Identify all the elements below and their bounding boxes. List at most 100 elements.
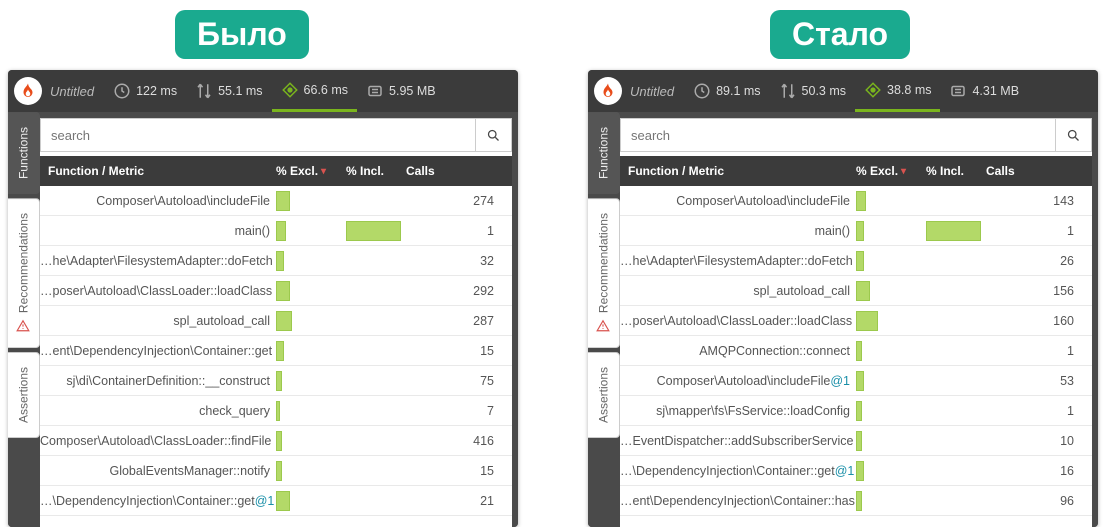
cell-incl (926, 186, 986, 215)
table-header: Function / Metric % Excl.▾ % Incl. Calls (620, 156, 1092, 186)
cell-excl (276, 246, 346, 275)
cell-incl (926, 336, 986, 365)
excl-bar (856, 191, 866, 211)
badge-before: Было (175, 10, 309, 59)
excl-bar (276, 221, 286, 241)
table-row[interactable]: main()1 (40, 216, 512, 246)
call-suffix: @1 (835, 464, 855, 478)
cell-excl (276, 306, 346, 335)
col-incl[interactable]: % Incl. (346, 164, 406, 178)
table-row[interactable]: spl_autoload_call 156 (620, 276, 1092, 306)
sort-caret-icon: ▾ (901, 166, 906, 177)
cell-excl (856, 276, 926, 305)
metric-time[interactable]: 89.1 ms (684, 70, 769, 112)
cell-excl (276, 366, 346, 395)
cell-function: spl_autoload_call (40, 314, 276, 328)
table-row[interactable]: Composer\Autoload\includeFile@153 (620, 366, 1092, 396)
table-row[interactable]: …\DependencyInjection\Container::get@116 (620, 456, 1092, 486)
table-row[interactable]: Composer\Autoload\includeFile143 (620, 186, 1092, 216)
excl-bar (856, 431, 862, 451)
cell-calls: 287 (406, 314, 512, 328)
cell-incl (926, 366, 986, 395)
search-button[interactable] (475, 119, 511, 151)
cell-incl (926, 486, 986, 515)
search-input[interactable] (621, 119, 1055, 151)
cell-incl (346, 366, 406, 395)
profiler-panel-after: Untitled 89.1 ms 50.3 ms 38.8 ms 4.31 MB… (588, 70, 1098, 527)
col-calls[interactable]: Calls (986, 164, 1092, 178)
cell-incl (346, 486, 406, 515)
excl-bar (276, 311, 292, 331)
metric-io-value: 55.1 ms (218, 84, 262, 98)
table-row[interactable]: …\DependencyInjection\Container::get@121 (40, 486, 512, 516)
tab-functions[interactable]: Functions (588, 112, 620, 194)
table-row[interactable]: …he\Adapter\FilesystemAdapter::doFetch32 (40, 246, 512, 276)
flame-icon[interactable] (594, 77, 622, 105)
cell-incl (346, 306, 406, 335)
metric-io[interactable]: 50.3 ms (770, 70, 855, 112)
table-row[interactable]: sj\mapper\fs\FsService::loadConfig1 (620, 396, 1092, 426)
table-row[interactable]: Composer\Autoload\ClassLoader::findFile4… (40, 426, 512, 456)
col-function[interactable]: Function / Metric (620, 164, 856, 178)
rows-container: Composer\Autoload\includeFile143main()1…… (620, 186, 1092, 527)
cell-calls: 7 (406, 404, 512, 418)
col-function[interactable]: Function / Metric (40, 164, 276, 178)
cell-excl (856, 246, 926, 275)
excl-bar (856, 251, 864, 271)
cell-function: sj\mapper\fs\FsService::loadConfig (620, 404, 856, 418)
tab-recommendations-label: Recommendations (17, 213, 31, 313)
table-row[interactable]: spl_autoload_call 287 (40, 306, 512, 336)
excl-bar (276, 281, 290, 301)
cell-incl (926, 456, 986, 485)
search-input[interactable] (41, 119, 475, 151)
search-button[interactable] (1055, 119, 1091, 151)
metric-memory[interactable]: 4.31 MB (940, 70, 1028, 112)
table-row[interactable]: check_query7 (40, 396, 512, 426)
metric-io[interactable]: 55.1 ms (186, 70, 271, 112)
table-row[interactable]: AMQPConnection::connect1 (620, 336, 1092, 366)
tab-recommendations[interactable]: Recommendations (588, 198, 620, 348)
cell-function: …he\Adapter\FilesystemAdapter::doFetch (620, 254, 856, 268)
metric-io-value: 50.3 ms (802, 84, 846, 98)
table-row[interactable]: …he\Adapter\FilesystemAdapter::doFetch26 (620, 246, 1092, 276)
table-row[interactable]: GlobalEventsManager::notify15 (40, 456, 512, 486)
table-row[interactable]: Composer\Autoload\includeFile 274 (40, 186, 512, 216)
col-calls[interactable]: Calls (406, 164, 512, 178)
cell-function: …ent\DependencyInjection\Container::has (620, 494, 856, 508)
tab-recommendations[interactable]: Recommendations (8, 198, 40, 348)
tab-assertions[interactable]: Assertions (8, 352, 40, 438)
topbar: Untitled 89.1 ms 50.3 ms 38.8 ms 4.31 MB (588, 70, 1098, 112)
cell-calls: 96 (986, 494, 1092, 508)
tab-functions[interactable]: Functions (8, 112, 40, 194)
metric-cpu[interactable]: 66.6 ms (272, 70, 357, 112)
metric-cpu[interactable]: 38.8 ms (855, 70, 940, 112)
metric-cpu-value: 38.8 ms (887, 83, 931, 97)
cell-function: spl_autoload_call (620, 284, 856, 298)
table-row[interactable]: main()1 (620, 216, 1092, 246)
cell-excl (276, 456, 346, 485)
table-row[interactable]: sj\di\ContainerDefinition::__construct75 (40, 366, 512, 396)
cell-calls: 156 (986, 284, 1092, 298)
excl-bar (276, 251, 284, 271)
cell-incl (346, 246, 406, 275)
cell-function: Composer\Autoload\includeFile (40, 194, 276, 208)
cell-calls: 274 (406, 194, 512, 208)
table-row[interactable]: …poser\Autoload\ClassLoader::loadClass29… (40, 276, 512, 306)
flame-icon[interactable] (14, 77, 42, 105)
profile-title: Untitled (630, 84, 674, 99)
col-incl[interactable]: % Incl. (926, 164, 986, 178)
col-excl[interactable]: % Excl.▾ (856, 164, 926, 178)
table-row[interactable]: …ent\DependencyInjection\Container::get1… (40, 336, 512, 366)
table-row[interactable]: …EventDispatcher::addSubscriberService10 (620, 426, 1092, 456)
profile-title: Untitled (50, 84, 94, 99)
cell-incl (346, 426, 406, 455)
col-excl[interactable]: % Excl.▾ (276, 164, 346, 178)
metric-memory[interactable]: 5.95 MB (357, 70, 445, 112)
cell-incl (926, 246, 986, 275)
table-row[interactable]: …ent\DependencyInjection\Container::has 9… (620, 486, 1092, 516)
cell-incl (926, 276, 986, 305)
rows-container: Composer\Autoload\includeFile274main()1…… (40, 186, 512, 527)
table-row[interactable]: …poser\Autoload\ClassLoader::loadClass16… (620, 306, 1092, 336)
tab-assertions[interactable]: Assertions (588, 352, 620, 438)
metric-time[interactable]: 122 ms (104, 70, 186, 112)
